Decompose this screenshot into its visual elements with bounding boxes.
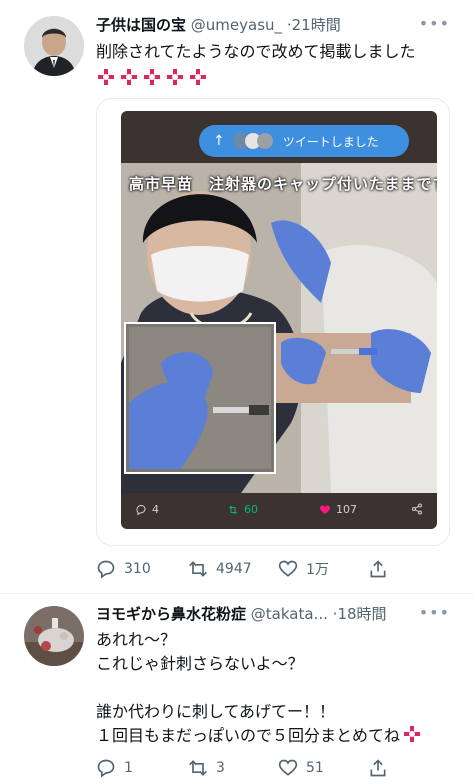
tweet-text: あれれ～？ これじゃ針刺さらないよ～？ 誰か代わりに刺してあげてー！！ １回目も…: [96, 628, 425, 748]
embedded-screenshot: ↑ ツイートしました 高市早苗 注射器のキャップ付いたままです 4 60 107: [121, 111, 437, 529]
embedded-action-bar: 4 60 107: [121, 503, 437, 523]
text-line: 誰か代わりに刺してあげてー！！: [96, 702, 336, 721]
retweet-icon: [189, 561, 207, 577]
embedded-share: [411, 503, 428, 515]
tweet-action-bar: 310 4947 1万: [96, 557, 426, 581]
embedded-like-count: 107: [336, 503, 357, 516]
avatar[interactable]: [24, 606, 84, 666]
vaccination-photo: 高市早苗 注射器のキャップ付いたままです: [121, 163, 437, 493]
reply-count: 310: [124, 561, 151, 577]
text-line: これじゃ針刺さらないよ～？: [96, 654, 304, 673]
timestamp[interactable]: 18時間: [337, 605, 386, 623]
tweet-2[interactable]: ヨモギから鼻水花粉症 @takata... ·18時間 ••• あれれ～？ これ…: [0, 594, 474, 784]
display-name[interactable]: 子供は国の宝: [96, 16, 186, 34]
like-icon: [320, 505, 330, 514]
like-count: 1万: [306, 562, 329, 578]
text-line: １回目もまだっぽいので５回分まとめてね: [96, 726, 401, 745]
reply-icon: [97, 759, 115, 778]
handle[interactable]: @takata...: [251, 605, 328, 623]
retweet-icon: [229, 505, 237, 514]
embedded-retweet: 60: [227, 503, 258, 516]
photo-caption: 高市早苗 注射器のキャップ付いたままです: [129, 175, 437, 193]
mini-avatar-icon: [256, 133, 273, 149]
retweet-button[interactable]: 4947: [188, 559, 252, 579]
embedded-like: 107: [319, 503, 357, 516]
share-icon: [370, 759, 386, 777]
display-name[interactable]: ヨモギから鼻水花粉症: [96, 605, 246, 623]
retweet-icon: [189, 760, 207, 776]
photo-illustration: [121, 163, 437, 493]
like-button[interactable]: 1万: [278, 559, 329, 579]
like-count: 51: [306, 760, 324, 776]
reply-button[interactable]: 1: [96, 758, 133, 778]
embedded-reply: 4: [135, 503, 159, 516]
share-icon: [370, 560, 386, 578]
retweet-count: 4947: [216, 561, 252, 577]
emoji-row: [96, 67, 211, 91]
more-icon[interactable]: •••: [419, 14, 450, 33]
like-icon: [278, 560, 298, 577]
like-button[interactable]: 51: [278, 758, 324, 778]
retweet-button[interactable]: 3: [188, 758, 225, 778]
timestamp[interactable]: 21時間: [292, 16, 341, 34]
reply-icon: [97, 560, 115, 579]
anger-emoji-icon: [96, 67, 116, 87]
anger-emoji-icon: [119, 67, 139, 87]
anger-emoji-icon: [165, 67, 185, 87]
anger-emoji-icon: [188, 67, 208, 87]
embedded-reply-count: 4: [152, 503, 159, 516]
pill-label: ツイートしました: [282, 134, 379, 149]
tweet-text: 削除されてたようなので改めて掲載しました: [96, 42, 416, 61]
media-card[interactable]: ↑ ツイートしました 高市早苗 注射器のキャップ付いたままです 4 60 107: [96, 98, 450, 546]
text-line-with-emoji: １回目もまだっぽいので５回分まとめてね: [96, 724, 425, 748]
tweeted-notification-pill[interactable]: ↑ ツイートしました: [199, 125, 409, 157]
anger-emoji-icon: [402, 724, 422, 744]
tweet-action-bar: 1 3 51: [96, 756, 426, 780]
share-icon: [412, 503, 422, 515]
more-icon[interactable]: •••: [419, 603, 450, 622]
retweet-count: 3: [216, 760, 225, 776]
handle[interactable]: @umeyasu_: [191, 16, 282, 34]
reply-icon: [136, 504, 146, 515]
share-button[interactable]: [368, 758, 396, 778]
anger-emoji-icon: [142, 67, 162, 87]
tweet-header: ヨモギから鼻水花粉症 @takata... ·18時間: [96, 604, 387, 624]
embedded-retweet-count: 60: [244, 503, 258, 516]
avatar[interactable]: [24, 16, 84, 76]
reply-count: 1: [124, 760, 133, 776]
arrow-up-icon: ↑: [213, 133, 225, 149]
text-line: あれれ～？: [96, 630, 177, 649]
tweet-1[interactable]: 子供は国の宝 @umeyasu_ ·21時間 ••• 削除されてたようなので改め…: [0, 0, 474, 600]
tweet-header: 子供は国の宝 @umeyasu_ ·21時間: [96, 15, 341, 35]
like-icon: [278, 759, 298, 776]
text-line: [96, 676, 425, 700]
reply-button[interactable]: 310: [96, 559, 151, 579]
share-button[interactable]: [368, 559, 396, 579]
